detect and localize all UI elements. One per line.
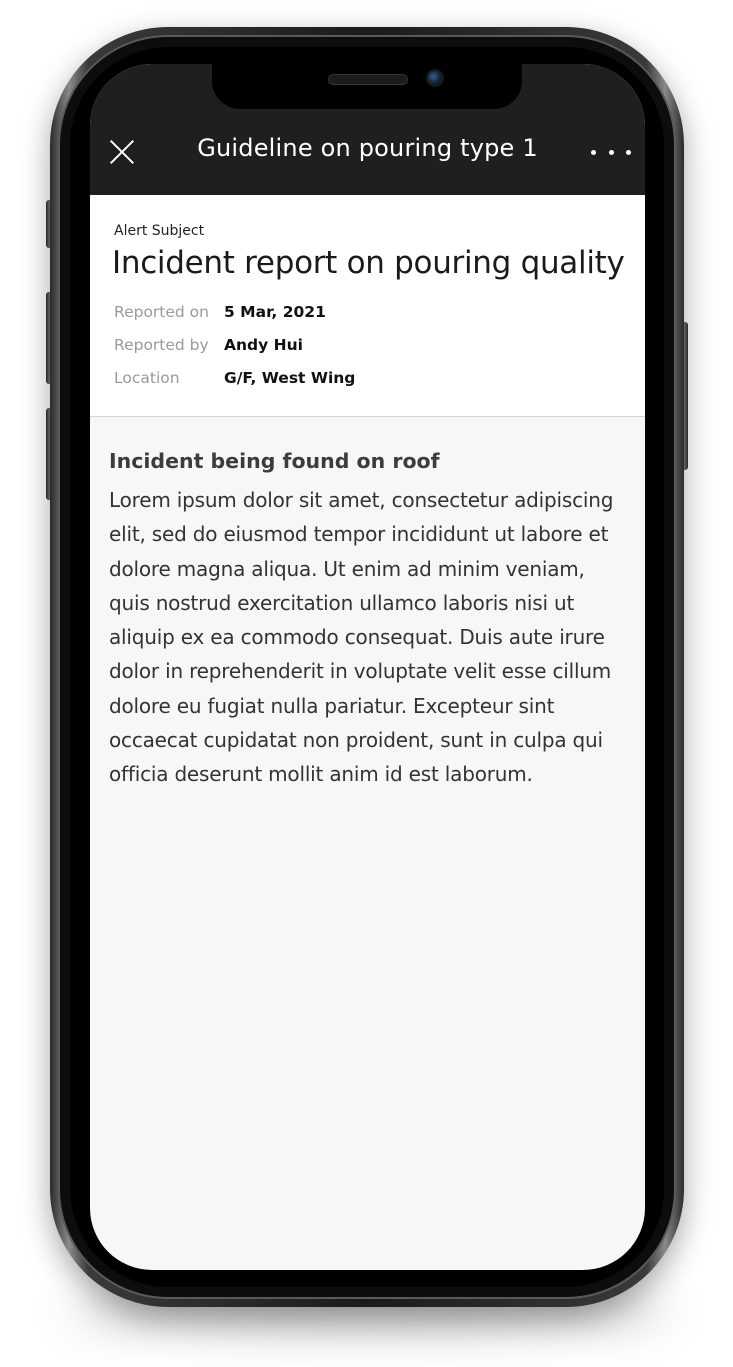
meta-label: Reported on: [114, 303, 209, 321]
front-camera-icon: [426, 69, 444, 87]
meta-label: Location: [114, 369, 180, 387]
meta-value: Andy Hui: [224, 336, 303, 354]
notch: [212, 64, 522, 109]
subject-title: Incident report on pouring quality: [112, 245, 625, 281]
meta-row-location: Location G/F, West Wing: [114, 369, 355, 387]
meta-row-reported-on: Reported on 5 Mar, 2021: [114, 303, 326, 321]
meta-label: Reported by: [114, 336, 209, 354]
subject-label: Alert Subject: [114, 223, 205, 239]
meta-row-reported-by: Reported by Andy Hui: [114, 336, 303, 354]
device-mockup: Guideline on pouring type 1 Alert Subjec…: [0, 0, 733, 1367]
more-options-button[interactable]: [591, 138, 631, 166]
speaker-grille: [328, 74, 408, 85]
incident-body: Lorem ipsum dolor sit amet, consectetur …: [109, 488, 614, 787]
phone-screen: Guideline on pouring type 1 Alert Subjec…: [90, 64, 645, 1270]
more-dot-icon: [608, 149, 614, 155]
meta-value: 5 Mar, 2021: [224, 303, 326, 321]
meta-value: G/F, West Wing: [224, 369, 356, 387]
alert-header-card: Alert Subject Incident report on pouring…: [90, 195, 645, 417]
more-dot-icon: [626, 149, 631, 155]
incident-details: Incident being found on roof Lorem ipsum…: [109, 447, 624, 792]
incident-heading: Incident being found on roof: [109, 449, 440, 473]
app-bar-title: Guideline on pouring type 1: [197, 134, 538, 162]
more-dot-icon: [591, 149, 596, 155]
